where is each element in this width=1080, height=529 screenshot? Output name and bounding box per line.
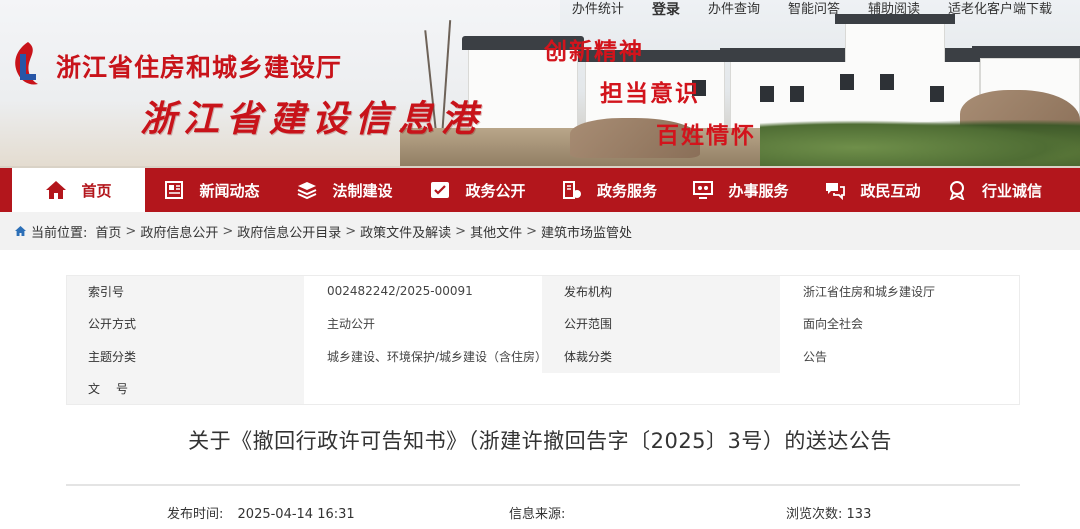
nav-label: 首页 [81,181,112,200]
header-banner: 浙江省住房和城乡建设厅 浙江省建设信息港 创新精神 担当意识 百姓情怀 办件统计… [0,0,1080,166]
link-query[interactable]: 办件查询 [694,1,774,19]
monitor-people-icon [692,179,714,201]
info-value [780,372,1020,405]
slogan-1: 创新精神 [544,38,644,65]
breadcrumb-item[interactable]: 政府信息公开目录 [237,222,341,241]
breadcrumb-item[interactable]: 政策文件及解读 [360,222,451,241]
nav-label: 办事服务 [728,181,789,200]
breadcrumb-separator: > [455,223,467,239]
slogan-2: 担当意识 [600,80,700,107]
nav-home[interactable]: 首页 [12,168,145,212]
views-value: 133 [846,507,872,522]
nav-legal[interactable]: 法制建设 [278,168,411,212]
banner-window [840,74,854,90]
info-row: 索引号 002482242/2025-00091 发布机构 浙江省住房和城乡建设… [66,275,1020,308]
info-row: 主题分类 城乡建设、环境保护/城乡建设（含住房） 体裁分类 公告 [66,340,1020,373]
info-label: 文号 [66,372,304,405]
chat-icon [824,179,846,201]
info-value: 面向全社会 [780,307,1020,340]
login-link[interactable]: 登录 [638,1,694,19]
banner-window [880,74,894,90]
breadcrumb-item[interactable]: 其他文件 [470,222,522,241]
info-label: 索引号 [66,275,304,308]
info-row: 文号 [66,372,1020,405]
link-smart-qa[interactable]: 智能问答 [774,1,854,19]
info-value: 002482242/2025-00091 [304,275,542,308]
info-value: 城乡建设、环境保护/城乡建设（含住房） [304,340,547,373]
info-label: 公开方式 [66,307,304,340]
title-divider [66,484,1020,486]
nav-integrity[interactable]: 行业诚信 [938,168,1050,212]
nav-news[interactable]: 新闻动态 [145,168,278,212]
breadcrumb-item[interactable]: 首页 [95,222,121,241]
publish-time-label: 发布时间: [167,507,224,522]
breadcrumb-separator: > [125,223,137,239]
breadcrumb-prefix: 当前位置: [31,225,88,241]
link-elderly-download[interactable]: 适老化客户端下载 [934,1,1066,19]
banner-window [790,86,804,102]
publish-time: 发布时间: 2025-04-14 16:31 [167,503,355,522]
breadcrumb-separator: > [222,223,234,239]
breadcrumb: 当前位置: 首页 > 政府信息公开 > 政府信息公开目录 > 政策文件及解读 >… [0,212,1080,250]
document-title: 关于《撤回行政许可告知书》（浙建许撤回告字〔2025〕3号）的送达公告 [188,429,892,453]
nav-label: 政务服务 [596,181,657,200]
slogan-3: 百姓情怀 [656,122,756,149]
nav-label: 政务公开 [465,181,526,200]
info-value: 公告 [780,340,1020,373]
ministry-logo-icon [15,42,39,85]
info-row: 公开方式 主动公开 公开范围 面向全社会 [66,307,1020,340]
nav-label: 新闻动态 [199,181,260,200]
breadcrumb-item[interactable]: 建筑市场监管处 [541,222,632,241]
nav-label: 政民互动 [860,181,921,200]
info-label: 公开范围 [542,307,780,340]
top-utility-links: 办件统计 登录 办件查询 智能问答 辅助阅读 适老化客户端下载 [558,1,1066,19]
publish-time-value: 2025-04-14 16:31 [237,507,355,522]
document-info-table: 索引号 002482242/2025-00091 发布机构 浙江省住房和城乡建设… [66,275,1020,405]
info-source: 信息来源: [509,503,575,522]
info-value [304,372,542,405]
award-icon [946,179,968,201]
banner-house-gable [845,22,945,62]
breadcrumb-separator: > [345,223,357,239]
info-label: 发布机构 [542,275,780,308]
nav-interaction[interactable]: 政民互动 [807,168,938,212]
nav-gov-affairs-open[interactable]: 政务公开 [411,168,544,212]
link-assist-reading[interactable]: 辅助阅读 [854,1,934,19]
org-name: 浙江省住房和城乡建设厅 [56,53,343,82]
nav-gov-services[interactable]: 政务服务 [544,168,674,212]
banner-greenery [760,120,1080,166]
info-label: 主题分类 [66,340,304,373]
views-label: 浏览次数: [786,507,843,522]
portal-name: 浙江省建设信息港 [140,98,485,140]
link-stats[interactable]: 办件统计 [558,1,638,19]
breadcrumb-item[interactable]: 政府信息公开 [140,222,218,241]
info-label [542,372,780,405]
info-label: 体裁分类 [542,340,780,373]
view-count: 浏览次数: 133 [786,503,871,522]
banner-window [930,86,944,102]
nav-label: 法制建设 [332,181,393,200]
home-small-icon [14,225,27,237]
nav-handling-services[interactable]: 办事服务 [674,168,807,212]
nav-label: 行业诚信 [981,181,1042,200]
info-value: 浙江省住房和城乡建设厅 [780,275,1020,308]
breadcrumb-separator: > [526,223,537,239]
layers-icon [296,179,318,201]
banner-window [760,86,774,102]
newspaper-icon [163,179,185,201]
info-value: 主动公开 [304,307,542,340]
service-icon [561,179,583,201]
checklist-icon [429,179,451,201]
home-icon [45,179,67,201]
source-label: 信息来源: [509,507,566,522]
main-nav: 首页 新闻动态 法制建设 政务公开 政务服务 办事服务 政民互动 行业诚信 [0,166,1080,212]
banner-roof [972,46,1080,58]
